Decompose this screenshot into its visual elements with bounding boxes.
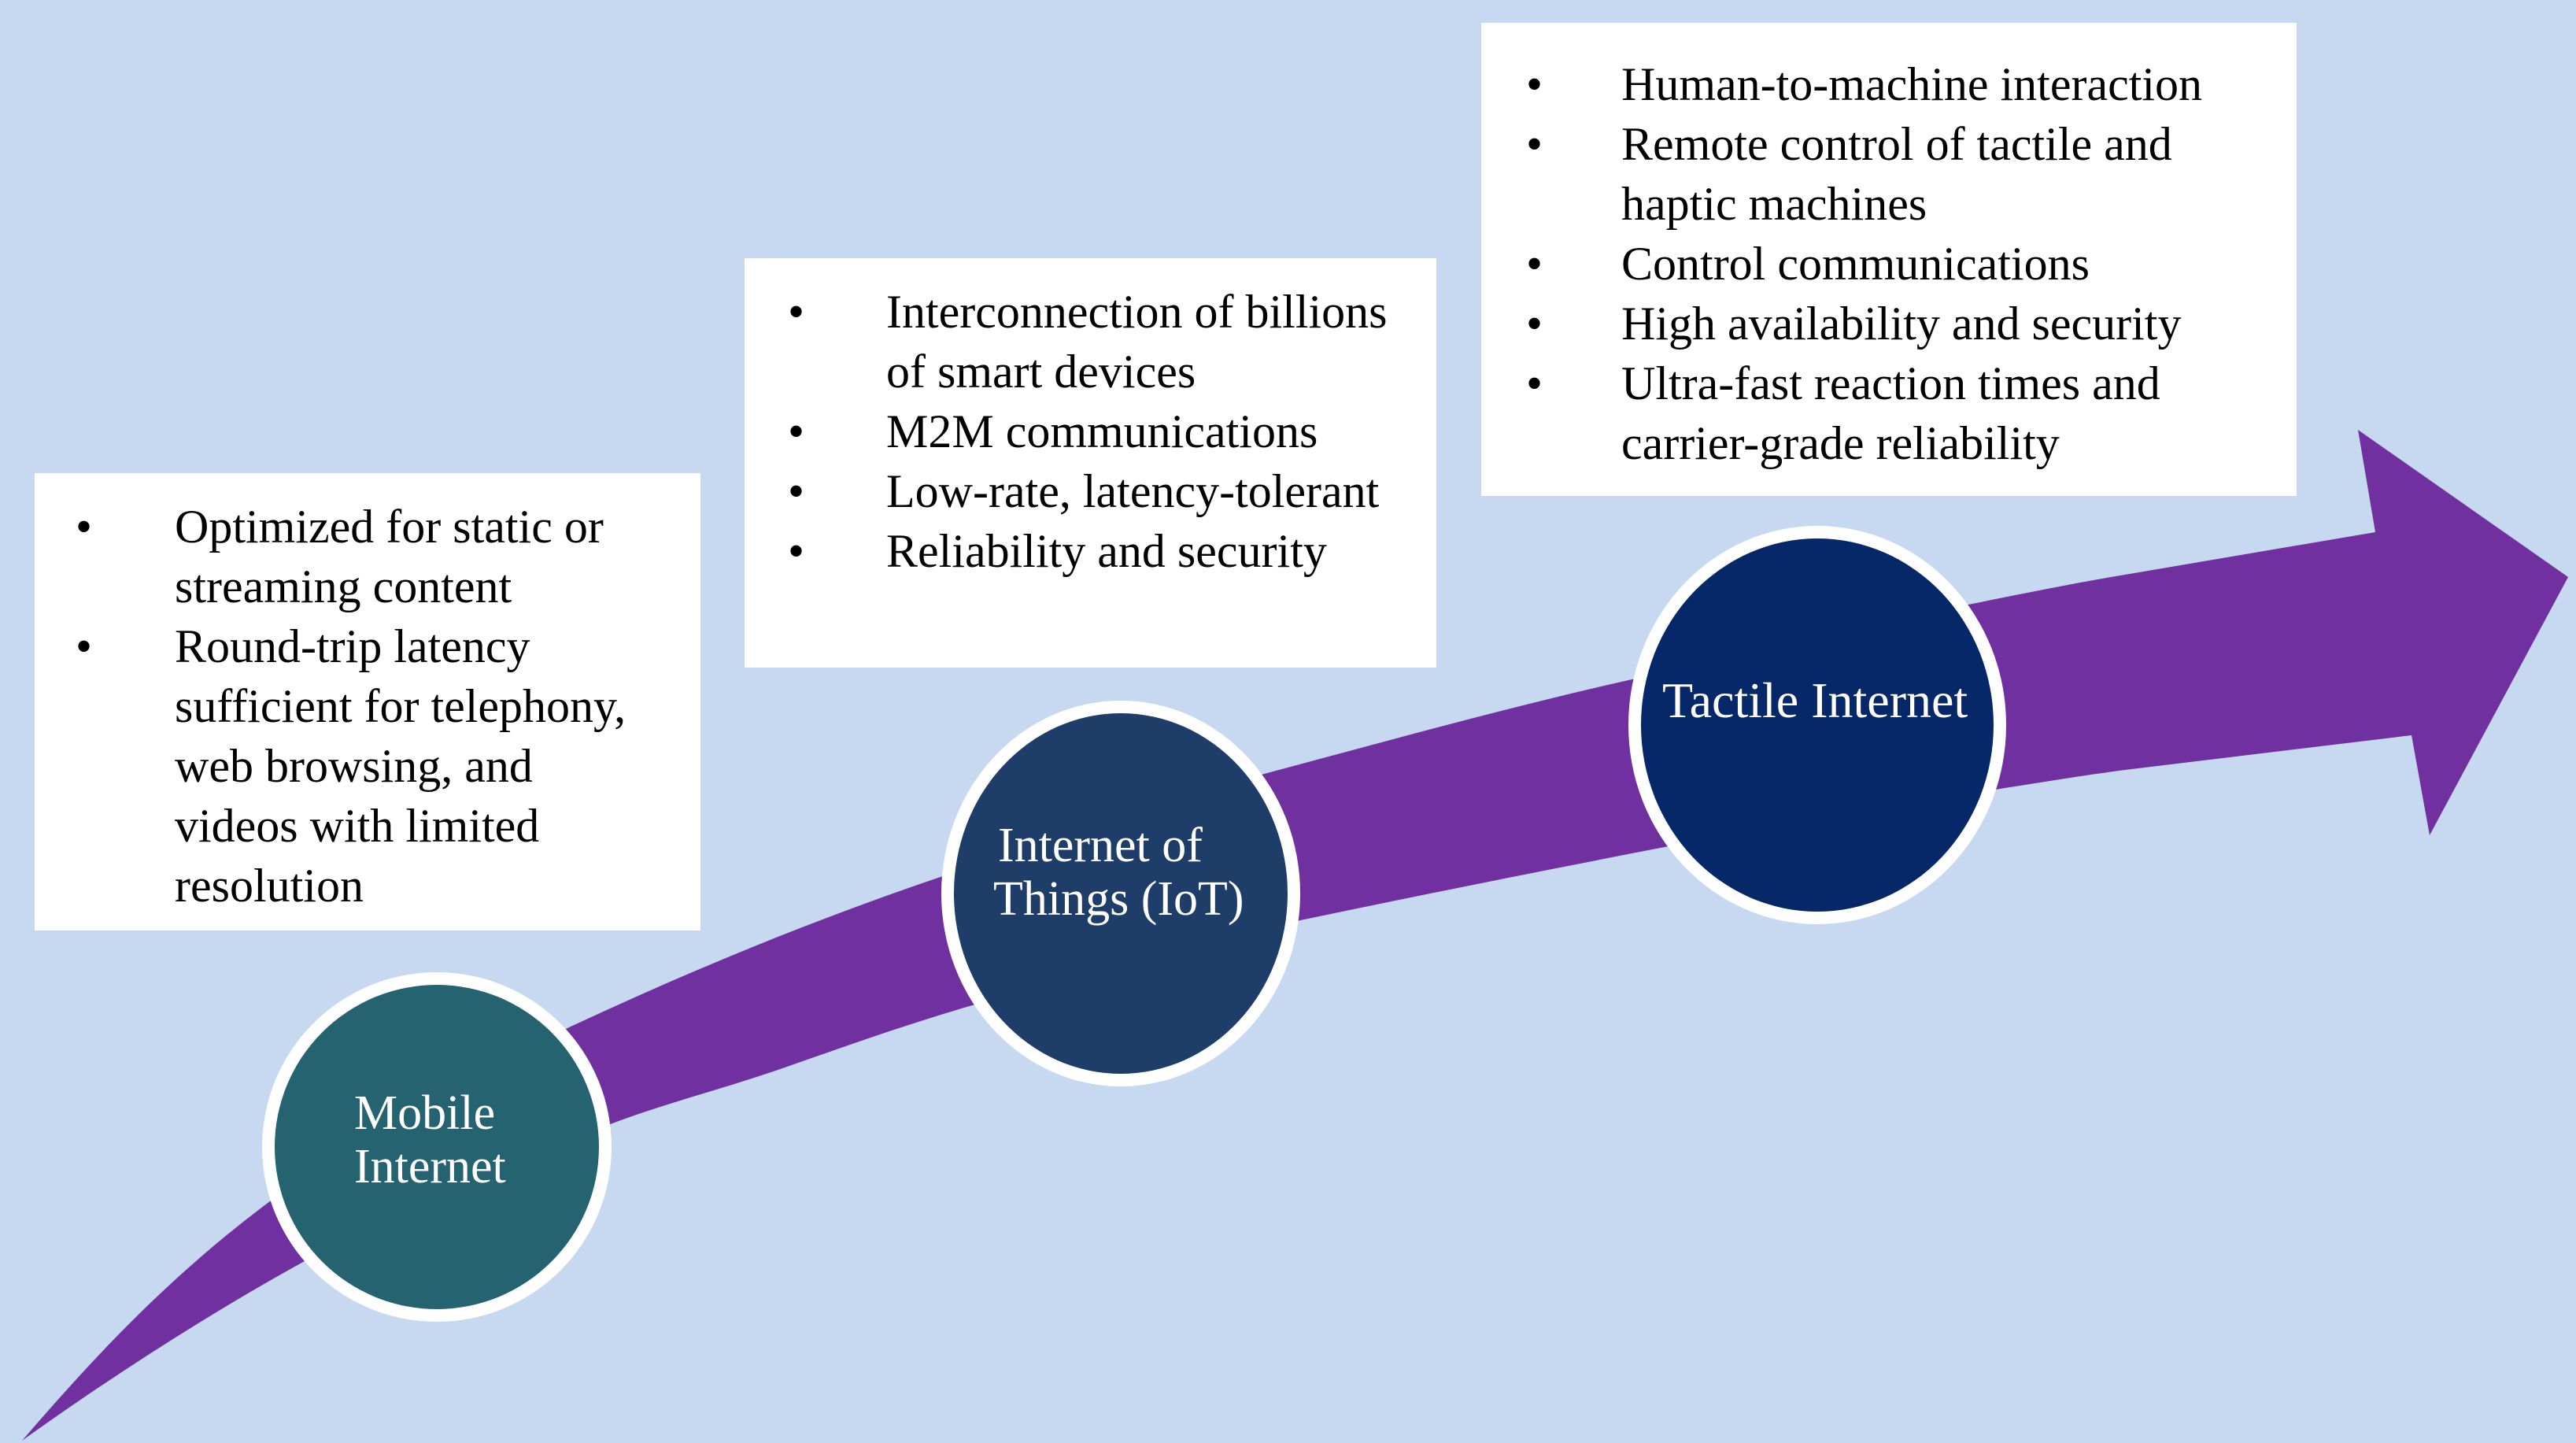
feature-text-line: Low-rate, latency-tolerant xyxy=(886,465,1380,517)
feature-text-line: resolution xyxy=(175,860,364,912)
feature-text-line: videos with limited xyxy=(175,800,540,852)
node-label-tactile-internet: Tactile Internet xyxy=(1662,674,1968,727)
feature-item: • Ultra-fast reaction times and carrier-gr… xyxy=(1481,353,2297,473)
node-label-line: Internet xyxy=(354,1140,506,1193)
tactile-internet-features-box: • Human-to-machine interaction • Remote con… xyxy=(1481,23,2297,496)
feature-text-line: haptic machines xyxy=(1621,178,1927,230)
feature-text-line: High availability and security xyxy=(1621,298,2182,350)
feature-item: • M2M communications xyxy=(745,401,1436,461)
feature-text-line: Reliability and security xyxy=(886,525,1327,577)
feature-text-line: Human-to-machine interaction xyxy=(1621,58,2203,110)
bullet-icon: • xyxy=(1526,58,1543,110)
bullet-icon: • xyxy=(1526,118,1543,170)
bullet-icon: • xyxy=(788,465,805,517)
feature-item: • Optimized for static or streaming conten… xyxy=(35,497,700,616)
bullet-icon: • xyxy=(1526,357,1543,409)
feature-item: • Remote control of tactile and haptic mac… xyxy=(1481,114,2297,234)
bullet-icon: • xyxy=(788,286,805,338)
feature-item: • Human-to-machine interaction xyxy=(1481,54,2297,114)
diagram-canvas: • Optimized for static or streaming conten… xyxy=(0,0,2576,1443)
bullet-icon: • xyxy=(788,525,805,577)
feature-text-line: Round-trip latency xyxy=(175,620,530,672)
feature-item: • Low-rate, latency-tolerant xyxy=(745,461,1436,521)
feature-text-line: Ultra-fast reaction times and xyxy=(1621,357,2160,409)
feature-item: • Control communications xyxy=(1481,234,2297,294)
node-label-iot: Internet of Things (IoT) xyxy=(993,819,1244,926)
node-label-line: Things (IoT) xyxy=(993,872,1244,926)
feature-item: • Round-trip latency sufficient for teleph… xyxy=(35,616,700,916)
node-label-line: Tactile Internet xyxy=(1662,672,1968,728)
feature-text-line: Optimized for static or xyxy=(175,501,604,553)
mobile-feature-list: • Optimized for static or streaming conten… xyxy=(35,497,700,916)
bullet-icon: • xyxy=(788,405,805,457)
feature-text-line: sufficient for telephony, xyxy=(175,680,626,732)
feature-text-line: Remote control of tactile and xyxy=(1621,118,2172,170)
node-label-line: Internet of xyxy=(998,819,1203,872)
feature-item: • Interconnection of billions of smart dev… xyxy=(745,282,1436,401)
bullet-icon: • xyxy=(1526,298,1543,350)
feature-text-line: Interconnection of billions xyxy=(886,286,1388,338)
feature-text-line: carrier-grade reliability xyxy=(1621,417,2060,469)
mobile-internet-features-box: • Optimized for static or streaming conten… xyxy=(35,473,700,931)
iot-feature-list: • Interconnection of billions of smart dev… xyxy=(745,282,1436,581)
feature-text-line: M2M communications xyxy=(886,405,1318,457)
feature-item: • High availability and security xyxy=(1481,294,2297,353)
feature-text-line: Control communications xyxy=(1621,238,2090,290)
bullet-icon: • xyxy=(76,620,93,672)
iot-features-box: • Interconnection of billions of smart dev… xyxy=(745,258,1436,668)
tactile-feature-list: • Human-to-machine interaction • Remote con… xyxy=(1481,54,2297,473)
node-label-line: Mobile xyxy=(354,1086,496,1140)
feature-text-line: web browsing, and xyxy=(175,740,533,792)
bullet-icon: • xyxy=(76,501,93,553)
feature-text-line: of smart devices xyxy=(886,346,1196,398)
node-label-mobile-internet: Mobile Internet xyxy=(354,1086,506,1193)
bullet-icon: • xyxy=(1526,238,1543,290)
feature-item: • Reliability and security xyxy=(745,521,1436,581)
feature-text-line: streaming content xyxy=(175,561,512,612)
